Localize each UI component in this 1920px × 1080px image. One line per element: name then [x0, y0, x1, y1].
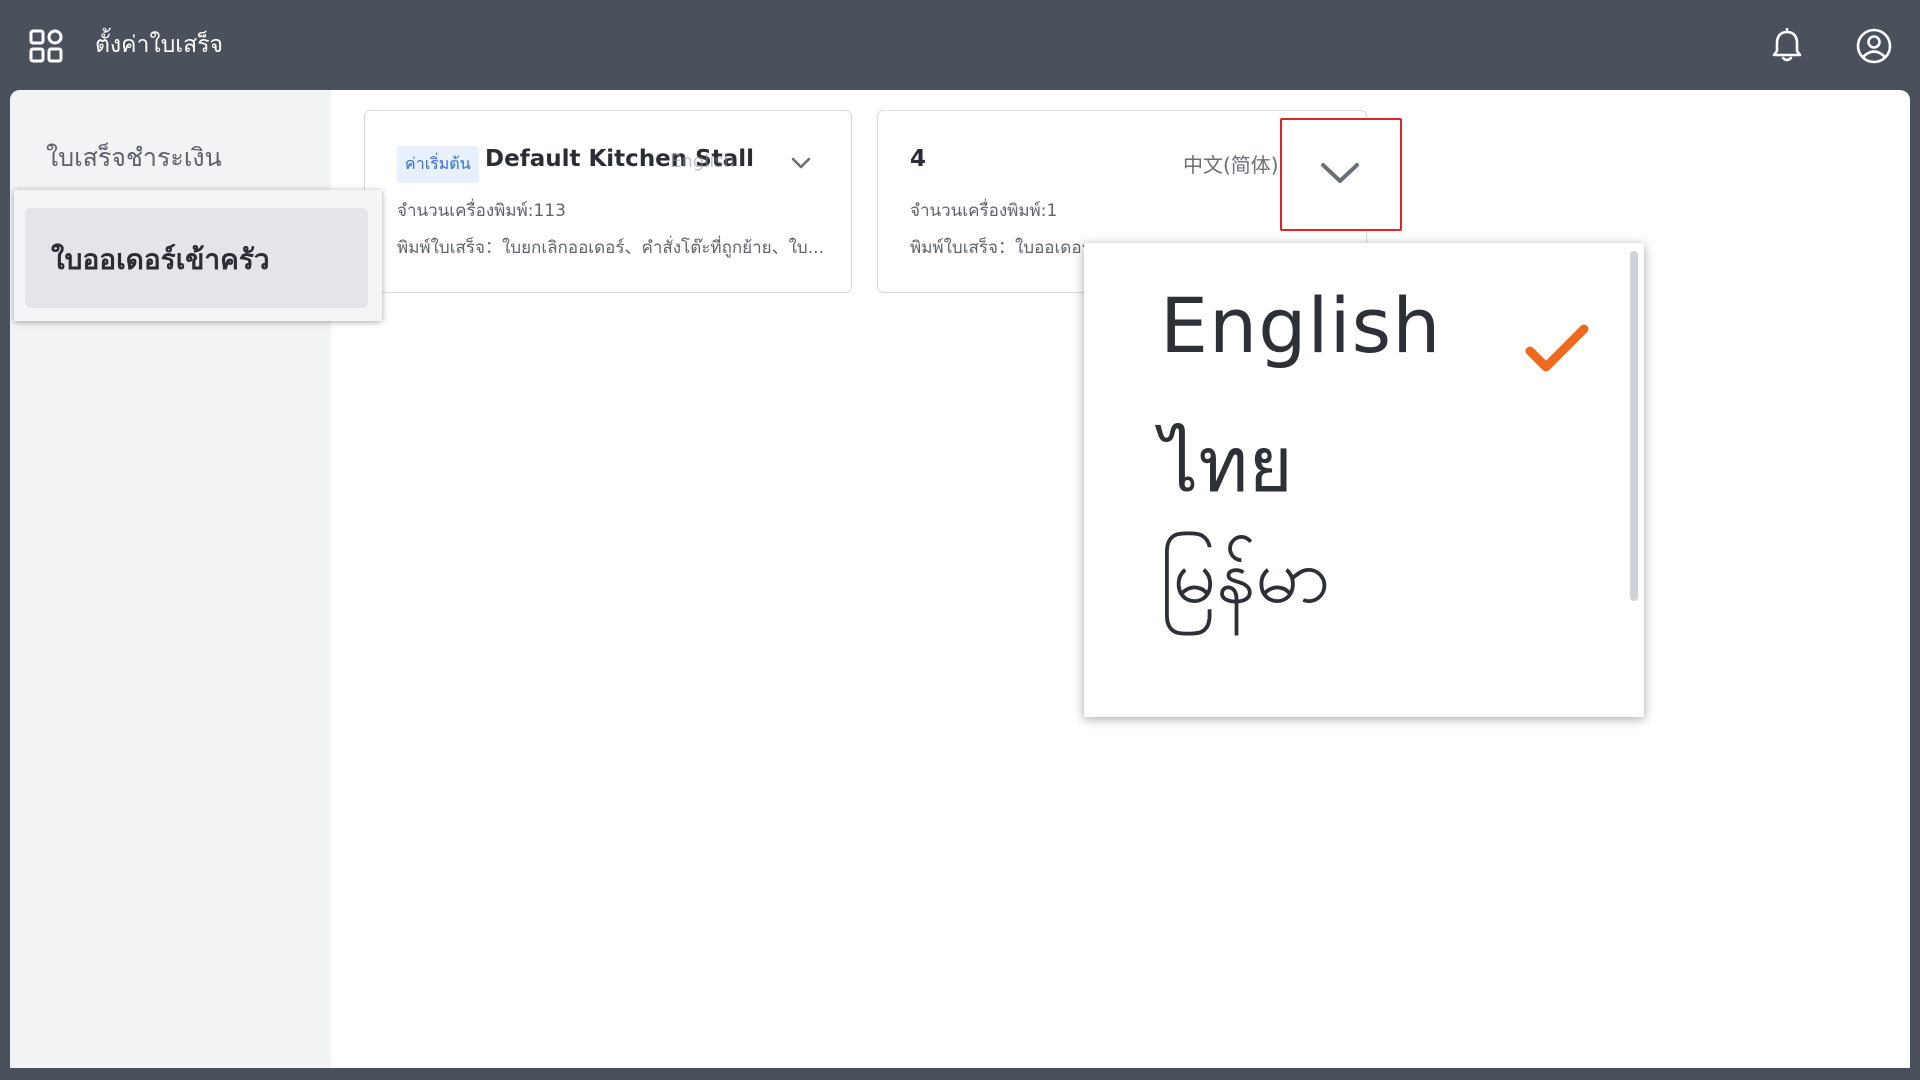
language-option-label: မြန်မာ — [1160, 531, 1331, 620]
language-dropdown-menu: English ไทย မြန်မာ — [1084, 243, 1644, 717]
top-bar: ตั้งค่าใบเสร็จ — [0, 0, 1920, 90]
main-frame: ใบเสร็จชำระเงิน ใบออเดอร์เข้าครัว ค่าเริ… — [10, 90, 1910, 1068]
language-option-english[interactable]: English — [1084, 263, 1624, 393]
language-option-thai[interactable]: ไทย — [1084, 393, 1624, 523]
card-language-value: 中文(简体) — [1183, 153, 1279, 177]
language-option-label: ไทย — [1160, 420, 1293, 509]
card-title: 4 — [910, 146, 927, 172]
printer-count: จำนวนเครื่องพิมพ์:1 — [910, 201, 1058, 221]
printer-count: จำนวนเครื่องพิมพ์:113 — [397, 201, 566, 221]
check-icon — [1525, 324, 1589, 372]
print-receipts-list: พิมพ์ใบเสร็จ：ใบยกเลิกออเดอร์、คำสั่งโต๊ะท… — [397, 238, 824, 258]
sidebar-item-kitchen-order[interactable]: ใบออเดอร์เข้าครัว — [25, 208, 368, 308]
kitchen-stall-card-default[interactable]: ค่าเริ่มต้น Default Kitchen Stall Englis… — [364, 110, 852, 293]
dropdown-scrollbar[interactable] — [1630, 251, 1638, 601]
apps-grid-icon[interactable] — [29, 29, 63, 63]
bell-icon[interactable] — [1770, 28, 1804, 64]
sidebar-item-label: ใบออเดอร์เข้าครัว — [51, 243, 270, 276]
chevron-down-icon[interactable] — [790, 156, 812, 170]
card-language-value: English — [670, 151, 735, 172]
page-title: ตั้งค่าใบเสร็จ — [95, 32, 224, 58]
user-account-icon[interactable] — [1855, 27, 1893, 65]
language-option-label: English — [1160, 281, 1442, 370]
default-badge: ค่าเริ่มต้น — [397, 146, 479, 183]
print-receipts-list: พิมพ์ใบเสร็จ：ใบออเดอร์... — [910, 238, 1085, 258]
language-option-myanmar[interactable]: မြန်မာ — [1084, 528, 1624, 658]
sidebar-item-kitchen-order-container: ใบออเดอร์เข้าครัว — [14, 190, 382, 321]
language-dropdown-toggle[interactable] — [1280, 118, 1402, 231]
chevron-down-icon — [1321, 163, 1359, 183]
sidebar-item-payment-receipt[interactable]: ใบเสร็จชำระเงิน — [46, 138, 222, 178]
